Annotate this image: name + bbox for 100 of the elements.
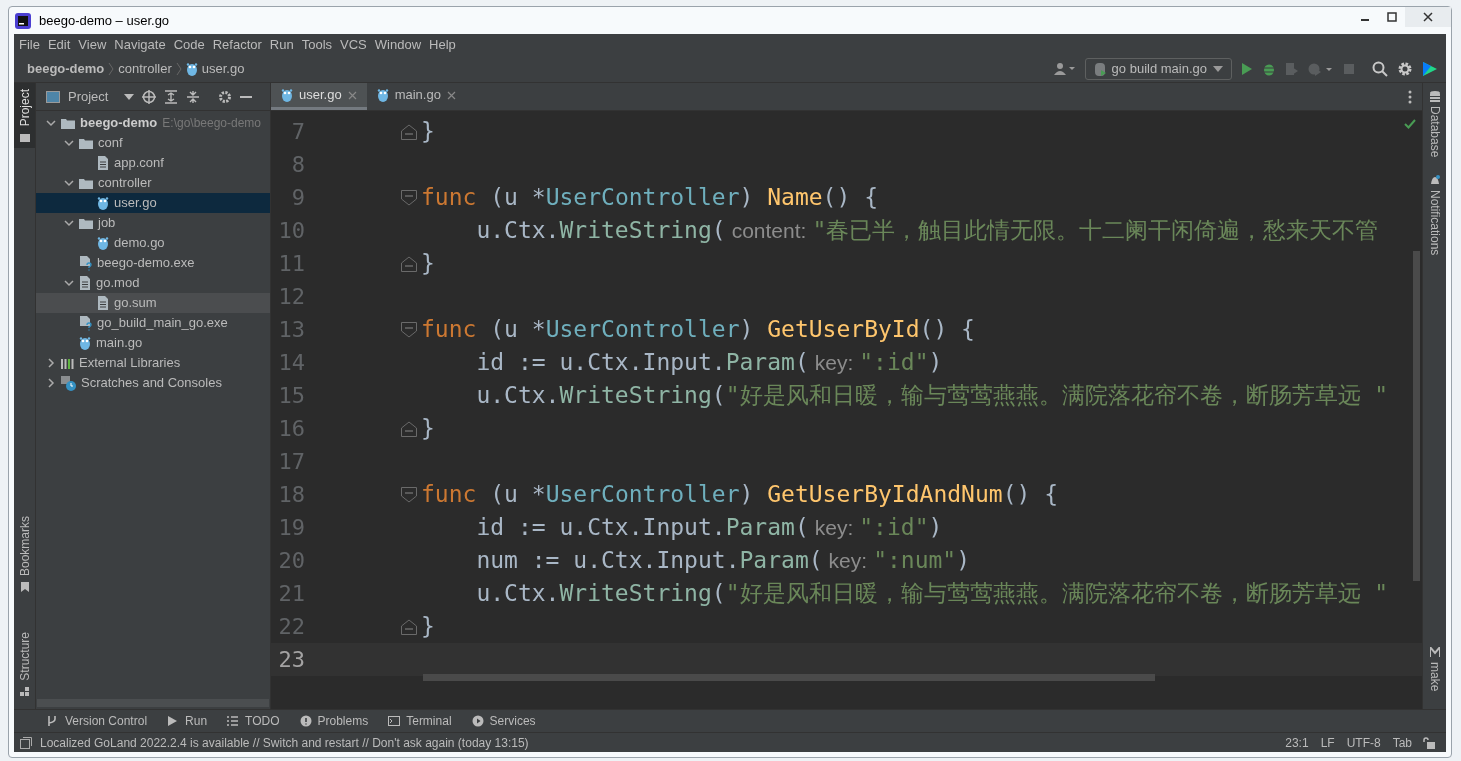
fold-icon[interactable] (401, 486, 417, 503)
run-configuration-dropdown[interactable]: go build main.go (1084, 58, 1232, 80)
chevron-down-icon[interactable] (64, 278, 74, 288)
code-line: } (421, 249, 435, 279)
line-number: 8 (290, 151, 305, 179)
tree-row[interactable]: app.conf (36, 153, 270, 173)
tree-row[interactable]: Scratches and Consoles (36, 373, 270, 393)
locate-icon[interactable] (142, 89, 157, 104)
line-number: 14 (277, 349, 305, 377)
fold-icon[interactable] (401, 321, 417, 338)
item-label: conf (98, 134, 123, 153)
status-item[interactable]: Tab (1392, 733, 1412, 752)
tool-window-button[interactable]: TODO (227, 712, 280, 730)
profile-icon (1308, 62, 1334, 76)
tool-window-button[interactable]: Problems (299, 712, 369, 730)
tree-row[interactable]: demo.go (36, 233, 270, 253)
checkmark-icon (1404, 119, 1416, 129)
tree-row[interactable]: conf (36, 133, 270, 153)
tool-window-tab[interactable]: Project (14, 83, 35, 149)
editor-tab[interactable]: user.go (271, 83, 367, 110)
line-number: 11 (277, 250, 305, 278)
item-label: main.go (96, 334, 143, 353)
breadcrumb[interactable]: beego-demo (27, 59, 105, 79)
fold-icon[interactable] (401, 255, 417, 272)
breadcrumb[interactable]: user.go (201, 59, 245, 79)
horizontal-scrollbar[interactable] (423, 674, 1155, 681)
tool-window-tab[interactable]: Structure (14, 626, 35, 703)
tool-window-tab[interactable]: Notifications (1425, 175, 1444, 256)
fold-icon[interactable] (401, 189, 417, 206)
tree-row[interactable]: beego-demo.exe (36, 253, 270, 273)
status-item[interactable]: LF (1320, 733, 1335, 752)
chevron-down-icon[interactable] (64, 218, 74, 228)
menu-item[interactable]: Edit (47, 35, 71, 55)
tool-window-tab[interactable]: Database (1425, 91, 1444, 158)
menu-item[interactable]: Help (429, 35, 456, 55)
menu-item[interactable]: Code (173, 35, 205, 55)
menu-item[interactable]: Tools (301, 35, 333, 55)
line-number: 20 (277, 547, 305, 575)
more-icon[interactable] (1408, 89, 1412, 104)
breadcrumb[interactable]: controller (118, 59, 172, 79)
window-icon[interactable] (20, 736, 32, 749)
menu-item[interactable]: VCS (340, 35, 367, 55)
fold-icon[interactable] (401, 123, 417, 140)
tree-row[interactable]: go.sum (36, 293, 270, 313)
panel-title: Project (68, 87, 109, 106)
tree-row[interactable]: job (36, 213, 270, 233)
chevron-down-icon[interactable] (64, 138, 74, 148)
chevron-down-icon[interactable] (46, 118, 56, 128)
menu-item[interactable]: Navigate (114, 35, 166, 55)
caret-icon[interactable] (124, 92, 135, 101)
vertical-scrollbar[interactable] (1413, 251, 1420, 581)
folder-icon (61, 116, 75, 130)
close-icon[interactable] (446, 90, 456, 100)
expand-all-icon[interactable] (164, 89, 179, 104)
item-label: go.sum (114, 294, 157, 313)
tree-row[interactable]: go_build_main_go.exe (36, 313, 270, 333)
app-logo-icon (15, 12, 31, 29)
status-item[interactable]: 23:1 (1285, 733, 1309, 752)
menu-item[interactable]: Refactor (212, 35, 262, 55)
menu-item[interactable]: Run (269, 35, 294, 55)
tool-window-tab[interactable]: Bookmarks (14, 510, 35, 599)
close-button[interactable] (1405, 7, 1451, 27)
lock-icon[interactable] (1422, 736, 1436, 749)
tool-window-button[interactable]: Version Control (47, 712, 148, 730)
toolbox-logo-icon[interactable] (1422, 61, 1438, 77)
tool-window-button[interactable]: Terminal (388, 712, 452, 730)
settings-icon[interactable] (218, 89, 233, 104)
tool-window-tab[interactable]: make (1425, 646, 1444, 691)
tool-window-button[interactable]: Run (167, 712, 208, 730)
fold-icon[interactable] (401, 420, 417, 437)
tree-row[interactable]: External Libraries (36, 353, 270, 373)
chevron-right-icon[interactable] (46, 358, 56, 368)
file-icon (79, 276, 91, 290)
settings-icon[interactable] (1397, 61, 1413, 77)
tree-row[interactable]: user.go (36, 193, 270, 213)
user-icon[interactable] (1053, 62, 1076, 76)
line-number: 17 (277, 448, 305, 476)
tree-row[interactable]: beego-demo E:\go\beego-demo (36, 113, 270, 133)
line-number: 16 (277, 415, 305, 443)
minimize-icon (1360, 19, 1369, 21)
tool-window-button[interactable]: Services (471, 712, 536, 730)
gopher-run-icon (1093, 61, 1106, 77)
editor-tab[interactable]: main.go (366, 83, 466, 110)
chevron-down-icon[interactable] (64, 178, 74, 188)
tree-row[interactable]: controller (36, 173, 270, 193)
search-icon[interactable] (1372, 61, 1388, 77)
horizontal-scrollbar[interactable] (37, 699, 269, 707)
menu-item[interactable]: Window (374, 35, 422, 55)
bug-icon[interactable] (1262, 62, 1276, 76)
tree-row[interactable]: go.mod (36, 273, 270, 293)
gopher-icon (97, 235, 109, 251)
menu-item[interactable]: View (78, 35, 107, 55)
tree-row[interactable]: main.go (36, 333, 270, 353)
status-message[interactable]: Localized GoLand 2022.2.4 is available // Switch and restart // Don't ask again (today 13:15) (40, 733, 529, 752)
status-item[interactable]: UTF-8 (1346, 733, 1381, 752)
run-icon[interactable] (1241, 62, 1253, 76)
fold-icon[interactable] (401, 618, 417, 635)
chevron-right-icon[interactable] (46, 378, 56, 388)
collapse-all-icon[interactable] (186, 89, 201, 104)
menu-item[interactable]: File (19, 35, 40, 55)
